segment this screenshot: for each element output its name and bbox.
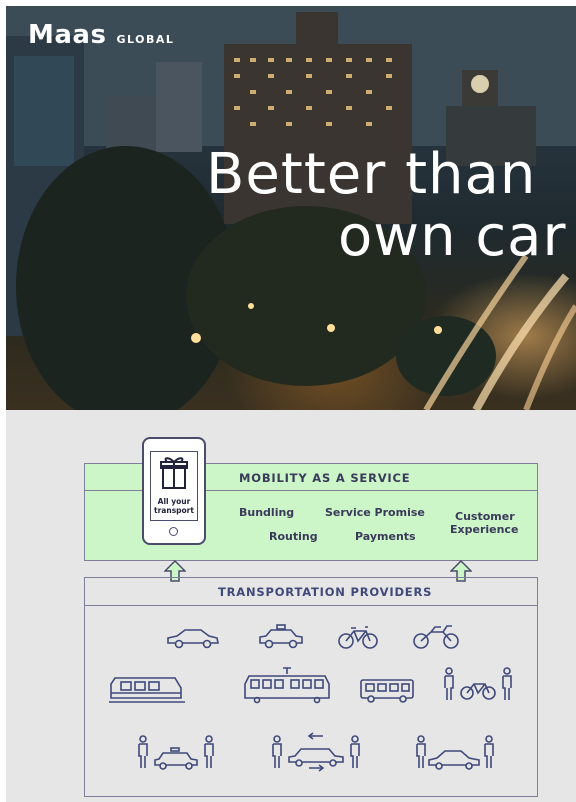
tram-icon	[244, 667, 330, 704]
phone-caption-line2: transport	[154, 506, 194, 515]
hero-headline: Better than own car	[206, 144, 566, 268]
logo-wordmark: Maas	[28, 20, 107, 50]
phone-caption: All your transport	[151, 497, 197, 515]
car-icon	[167, 629, 219, 649]
bicycle-icon	[338, 626, 378, 649]
phone-caption-line1: All your	[157, 497, 191, 506]
gift-icon	[160, 457, 188, 489]
motorcycle-icon	[413, 625, 459, 649]
service-customer-line1: Customer	[455, 510, 515, 523]
headline-line-1: Better than	[206, 142, 537, 207]
bike-sharing-icon	[444, 667, 512, 700]
bus-icon	[360, 679, 414, 703]
transportation-providers-box: TRANSPORTATION PROVIDERS	[84, 577, 538, 797]
phone-icon: All your transport	[142, 437, 206, 545]
taxi-ride-icon	[138, 735, 214, 770]
maas-diagram: MOBILITY AS A SERVICE Bundling Service P…	[6, 410, 576, 802]
providers-title-bar: TRANSPORTATION PROVIDERS	[85, 578, 537, 606]
service-routing: Routing	[269, 530, 318, 543]
taxi-icon	[259, 624, 303, 649]
hero-banner: Maas GLOBAL Better than own car	[6, 6, 576, 410]
providers-title: TRANSPORTATION PROVIDERS	[218, 585, 433, 599]
logo-subtitle: GLOBAL	[116, 33, 175, 46]
maas-global-logo[interactable]: Maas GLOBAL	[28, 20, 174, 50]
service-promise: Service Promise	[325, 506, 425, 519]
phone-home-button	[169, 527, 178, 536]
maas-title: MOBILITY AS A SERVICE	[239, 471, 411, 485]
service-customer-line2: Experience	[450, 523, 519, 536]
headline-line-2: own car	[338, 204, 567, 269]
phone-screen: All your transport	[150, 451, 198, 521]
train-icon	[109, 677, 185, 703]
car-sharing-icon	[416, 735, 494, 770]
service-payments: Payments	[355, 530, 416, 543]
service-bundling: Bundling	[239, 506, 295, 519]
ride-sharing-icon	[272, 732, 360, 772]
